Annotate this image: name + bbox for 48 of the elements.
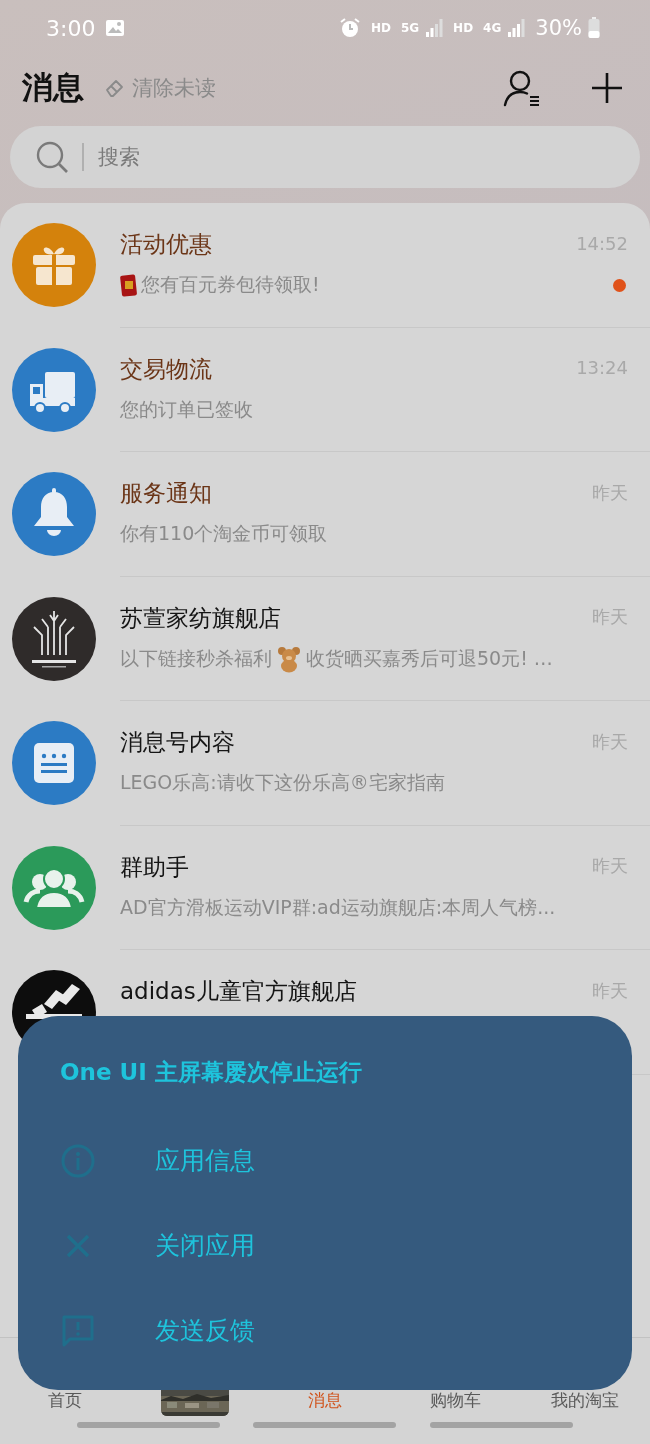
group-avatar-icon <box>12 845 96 930</box>
teddy-bear-icon <box>275 644 303 673</box>
bell-avatar-icon <box>12 472 96 557</box>
truck-avatar-icon <box>12 347 96 432</box>
dialog-title: One UI 主屏幕屡次停止运行 <box>60 1058 363 1087</box>
message-preview: 以下链接秒杀福利 <box>120 645 272 671</box>
search-field[interactable]: 搜索 <box>10 126 640 188</box>
dialog-action[interactable]: 关闭应用 <box>60 1203 632 1288</box>
dialog-action[interactable]: 发送反馈 <box>60 1288 632 1373</box>
plus-icon[interactable] <box>590 71 624 105</box>
message-preview: AD官方滑板运动VIP群:ad运动旗舰店:本周人气榜... <box>120 894 556 920</box>
search-icon <box>34 139 70 175</box>
envelope-icon <box>120 273 138 298</box>
network-label: 4G <box>483 21 502 35</box>
message-preview: 您有百元券包待领取! <box>141 272 320 298</box>
eraser-icon <box>104 77 126 99</box>
tab-item[interactable]: 购物车 <box>429 1389 481 1412</box>
conversation-title: 消息号内容 <box>120 729 236 756</box>
search-input[interactable]: 搜索 <box>95 144 616 170</box>
conversation-title: 活动优惠 <box>120 231 213 258</box>
dialog-action[interactable]: 应用信息 <box>60 1118 632 1203</box>
document-avatar-icon <box>12 721 96 806</box>
tree-logo-avatar-icon <box>12 596 96 681</box>
battery-icon <box>588 17 600 39</box>
message-preview: 收货晒买嘉秀后可退50元! … <box>306 645 553 671</box>
contacts-icon[interactable] <box>502 68 542 108</box>
conversation-title: 交易物流 <box>120 355 213 382</box>
message-preview: 您的订单已签收 <box>120 396 253 422</box>
conversation-title: 苏萱家纺旗舰店 <box>120 604 282 631</box>
status-time: 3:00 <box>46 15 96 41</box>
conversation-title: 服务通知 <box>120 480 213 507</box>
network-label: HD <box>453 21 474 35</box>
tab-item[interactable]: 首页 <box>48 1389 82 1412</box>
message-preview: LEGO乐高:请收下这份乐高®宅家指南 <box>120 770 445 796</box>
network-label: HD <box>370 21 391 35</box>
message-preview: 你有110个淘金币可领取 <box>120 521 328 547</box>
conversation-title: adidas儿童官方旗舰店 <box>120 978 358 1005</box>
tab-item[interactable]: 我的淘宝 <box>551 1389 619 1412</box>
signal-icon <box>507 18 526 38</box>
conversation-title: 群助手 <box>120 853 190 880</box>
page-title: 消息 <box>22 68 84 107</box>
gift-avatar-icon <box>12 223 96 308</box>
alarm-icon <box>338 17 361 39</box>
network-label: 5G <box>400 21 420 35</box>
signal-icon <box>425 18 444 38</box>
image-icon <box>105 19 126 37</box>
battery-percent: 30% <box>535 16 582 40</box>
tab-item[interactable]: 消息 <box>308 1389 342 1412</box>
